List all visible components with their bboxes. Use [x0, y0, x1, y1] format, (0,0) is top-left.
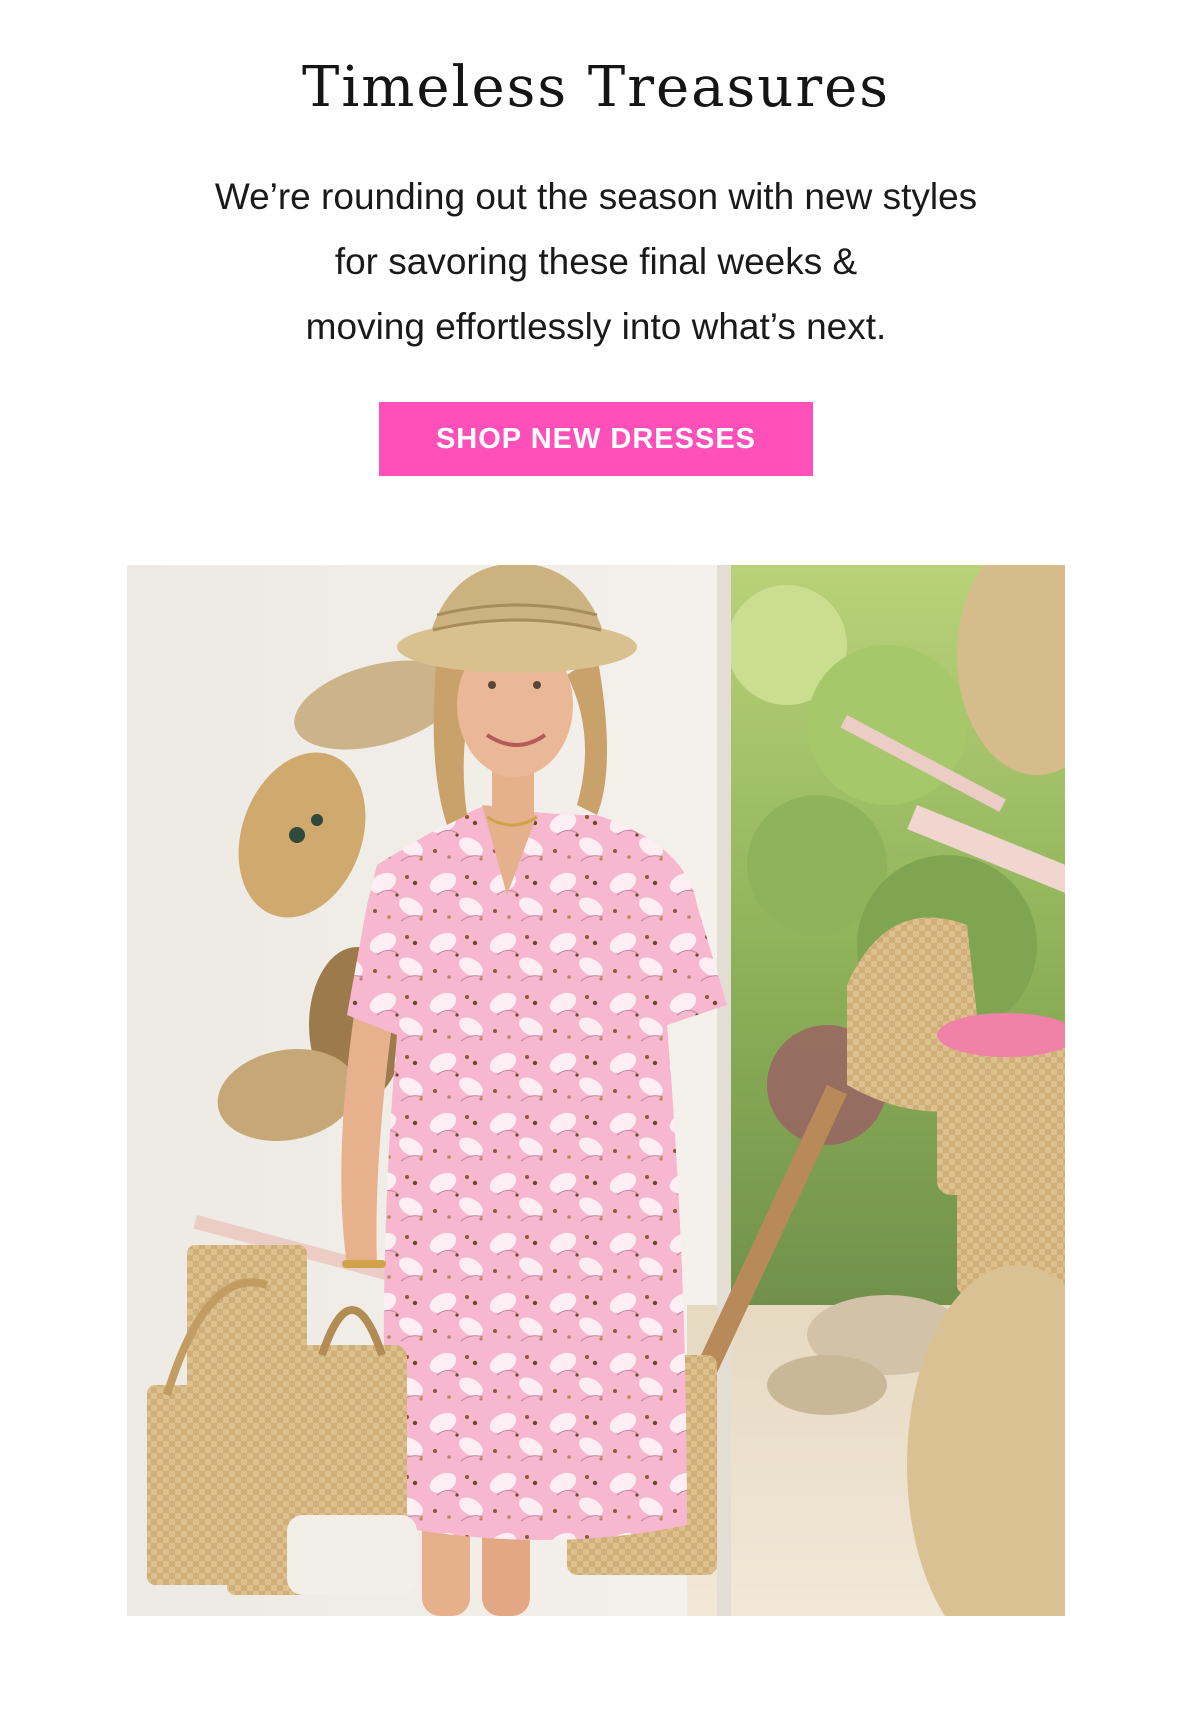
hero-body-copy: We’re rounding out the season with new s…	[96, 164, 1096, 359]
shop-new-dresses-button[interactable]: SHOP NEW DRESSES	[379, 402, 813, 476]
body-line-3: moving effortlessly into what’s next.	[305, 306, 887, 347]
body-line-1: We’re rounding out the season with new s…	[214, 176, 978, 217]
photo-illustration	[127, 565, 1065, 1616]
hero-section: Timeless Treasures We’re rounding out th…	[0, 0, 1192, 1714]
body-line-2: for savoring these final weeks &	[334, 241, 858, 282]
hero-title: Timeless Treasures	[302, 55, 890, 120]
model-in-pink-floral-dress-photo[interactable]	[127, 565, 1065, 1616]
